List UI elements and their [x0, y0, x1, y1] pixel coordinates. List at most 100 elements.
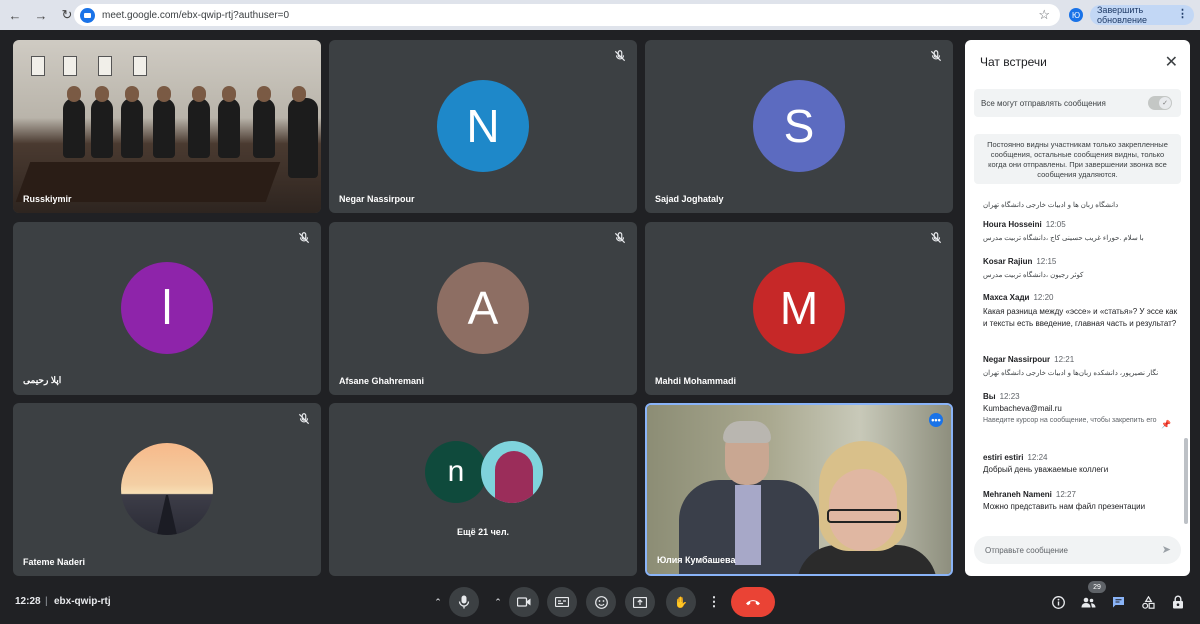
more-options-icon[interactable]: ••• [929, 413, 943, 427]
emoji-icon [594, 595, 608, 609]
message-author: Kosar Rajiun [983, 257, 1033, 266]
participant-avatar: A [437, 262, 529, 354]
mic-off-icon [614, 232, 626, 244]
browser-toolbar: ← → ↻ meet.google.com/ebx-qwip-rtj?authu… [0, 0, 1200, 30]
participant-tile[interactable]: M Mahdi Mohammadi [645, 222, 953, 395]
message-time: 12:05 [1045, 220, 1066, 229]
chat-scrollbar[interactable] [1184, 438, 1188, 524]
raise-hand-button[interactable]: ✋ [666, 587, 696, 617]
send-icon[interactable]: ➤ [1162, 543, 1171, 556]
chat-message: دانشگاه زبان ها و ادبیات خارجی دانشگاه ت… [983, 196, 1179, 212]
message-author: Houra Hosseini [983, 220, 1042, 229]
forward-icon[interactable]: → [30, 4, 52, 26]
participant-tile[interactable]: S Sajad Joghataly [645, 40, 953, 213]
pin-icon[interactable]: 📌 [1161, 420, 1171, 429]
chat-icon[interactable] [1109, 593, 1127, 611]
chat-message-own[interactable]: Вы 12:23 Kumbacheva@mail.ru Наведите курс… [983, 392, 1179, 429]
participant-avatar: n [425, 441, 487, 503]
chat-message: Махса Хади 12:20 Какая разница между «эсс… [983, 293, 1179, 330]
end-call-button[interactable] [731, 587, 775, 617]
participant-tile[interactable]: Fateme Naderi [13, 403, 321, 576]
participant-tile[interactable]: ا اپلا رحیمی [13, 222, 321, 395]
camera-button[interactable] [509, 587, 539, 617]
message-author: Mehraneh Nameni [983, 490, 1052, 499]
participant-name: اپلا رحیمی [23, 375, 62, 385]
camera-icon [517, 597, 531, 607]
end-call-icon [746, 600, 760, 606]
participant-tile[interactable]: A Afsane Ghahremani [329, 222, 637, 395]
participant-video [647, 405, 951, 574]
raise-hand-icon: ✋ [674, 596, 688, 609]
profile-avatar[interactable]: Ю [1069, 8, 1083, 22]
more-options-icon[interactable]: ⋮ [704, 587, 724, 617]
address-bar[interactable]: meet.google.com/ebx-qwip-rtj?authuser=0 … [74, 4, 1060, 26]
more-participants-label: Ещё 21 чел. [456, 527, 510, 537]
participant-avatar: ا [121, 262, 213, 354]
update-browser-button[interactable]: Завершить обновление ⋮ [1090, 5, 1194, 25]
chat-notice: Постоянно видны участникам только закреп… [974, 134, 1181, 184]
participant-video [13, 40, 321, 213]
participant-name: Negar Nassirpour [339, 194, 415, 204]
video-options-chevron-icon[interactable]: ⌃ [488, 587, 508, 617]
meeting-details-icon[interactable] [1049, 593, 1067, 611]
chat-permission-label: Все могут отправлять сообщения [981, 98, 1106, 108]
participant-tile[interactable]: N Negar Nassirpour [329, 40, 637, 213]
present-screen-button[interactable] [625, 587, 655, 617]
host-controls-icon[interactable] [1169, 593, 1187, 611]
microphone-icon [458, 595, 470, 609]
participant-avatar: M [753, 262, 845, 354]
reactions-button[interactable] [586, 587, 616, 617]
more-participants-tile[interactable]: n Ещё 21 чел. [329, 403, 637, 576]
bookmark-star-icon[interactable]: ☆ [1038, 7, 1050, 23]
message-text: دانشگاه زبان ها و ادبیات خارجی دانشگاه ت… [983, 202, 1119, 209]
clock-separator: | [45, 596, 48, 607]
meeting-code: ebx-qwip-rtj [54, 596, 111, 607]
message-text: Kumbacheva@mail.ru [983, 404, 1062, 413]
message-time: 12:21 [1054, 355, 1075, 364]
participant-name: Afsane Ghahremani [339, 376, 425, 386]
chat-message: Negar Nassirpour 12:21 نگار نصیرپور، دانش… [983, 355, 1179, 380]
mic-off-icon [930, 232, 942, 244]
captions-icon [555, 597, 569, 607]
back-icon[interactable]: ← [4, 4, 26, 26]
participants-icon[interactable] [1079, 593, 1097, 611]
chat-message: Houra Hosseini 12:05 با سلام .حوراء غریب … [983, 220, 1179, 245]
browser-menu-icon[interactable]: ⋮ [1177, 7, 1188, 20]
chat-panel: Чат встречи ✕ Все могут отправлять сообщ… [965, 40, 1190, 576]
meet-site-icon [80, 7, 95, 23]
present-screen-icon [633, 596, 647, 608]
message-text: Какая разница между «эссе» и «статья»? У… [983, 307, 1178, 328]
meeting-controls-bar: 12:28 | ebx-qwip-rtj ⌃ ⌃ ✋ ⋮ 29 [0, 581, 1200, 624]
message-time: 12:23 [999, 392, 1020, 401]
participant-avatar: S [753, 80, 845, 172]
participant-tile-active[interactable]: ••• Юлия Кумбашева [645, 403, 953, 576]
participants-count-badge: 29 [1088, 581, 1106, 593]
close-icon[interactable]: ✕ [1165, 52, 1178, 72]
chat-permission-toggle[interactable] [1148, 96, 1172, 110]
message-time: 12:27 [1055, 490, 1076, 499]
message-author: Вы [983, 392, 996, 401]
mic-off-icon [298, 232, 310, 244]
message-text: Добрый день уважаемые коллеги [983, 465, 1109, 474]
message-time: 12:15 [1036, 257, 1057, 266]
activities-icon[interactable] [1139, 593, 1157, 611]
message-author: Махса Хади [983, 293, 1030, 302]
mic-off-icon [614, 50, 626, 62]
message-author: estiri estiri [983, 453, 1024, 462]
mic-off-icon [930, 50, 942, 62]
chat-input-placeholder: Отправьте сообщение [985, 545, 1069, 555]
chat-input[interactable]: Отправьте сообщение ➤ [974, 536, 1181, 564]
captions-button[interactable] [547, 587, 577, 617]
participant-tile[interactable]: Russkiymir [13, 40, 321, 213]
address-url: meet.google.com/ebx-qwip-rtj?authuser=0 [102, 9, 290, 21]
chat-message: estiri estiri 12:24 Добрый день уважаемые… [983, 453, 1179, 476]
participant-avatar [481, 441, 543, 503]
chat-message: Mehraneh Nameni 12:27 Можно представить н… [983, 490, 1179, 513]
participant-name: Sajad Joghataly [655, 194, 724, 204]
message-text: نگار نصیرپور، دانشکده زبان‌ها و ادبیات خ… [983, 370, 1159, 377]
audio-options-chevron-icon[interactable]: ⌃ [428, 587, 448, 617]
message-author: Negar Nassirpour [983, 355, 1051, 364]
participant-name: Mahdi Mohammadi [655, 376, 737, 386]
message-time: 12:20 [1033, 293, 1054, 302]
microphone-button[interactable] [449, 587, 479, 617]
